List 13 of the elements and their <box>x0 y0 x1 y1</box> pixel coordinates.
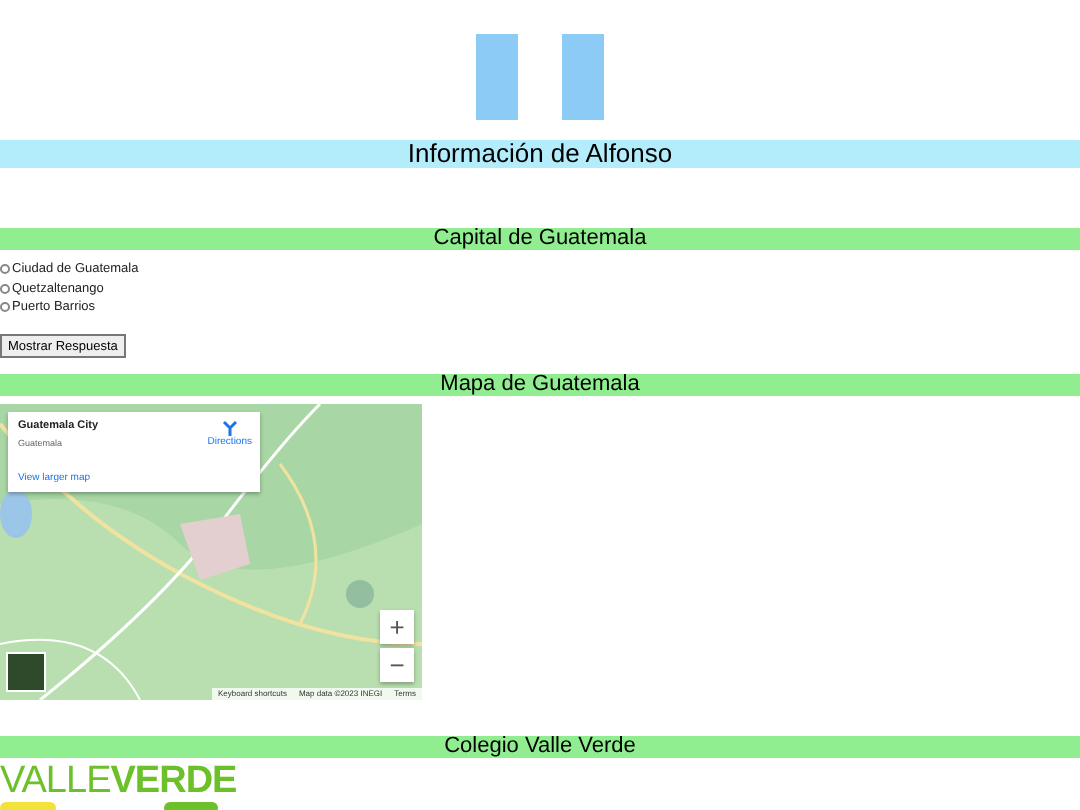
radio-button[interactable] <box>0 264 10 275</box>
directions-icon <box>221 419 238 435</box>
radio-button[interactable] <box>0 283 10 294</box>
section-heading: Colegio Valle Verde <box>0 735 1080 757</box>
section-heading: Mapa de Guatemala <box>0 373 1080 395</box>
section-heading: Información de Alfonso <box>0 140 1080 168</box>
section-heading: Capital de Guatemala <box>0 228 1080 250</box>
satellite-toggle[interactable] <box>6 651 46 691</box>
radio-button[interactable] <box>0 302 10 313</box>
flag-icon <box>476 34 604 120</box>
zoom-out-button[interactable]: − <box>380 647 414 681</box>
school-logo: VALLEVERDE <box>0 761 237 801</box>
zoom-in-button[interactable]: + <box>380 609 414 643</box>
